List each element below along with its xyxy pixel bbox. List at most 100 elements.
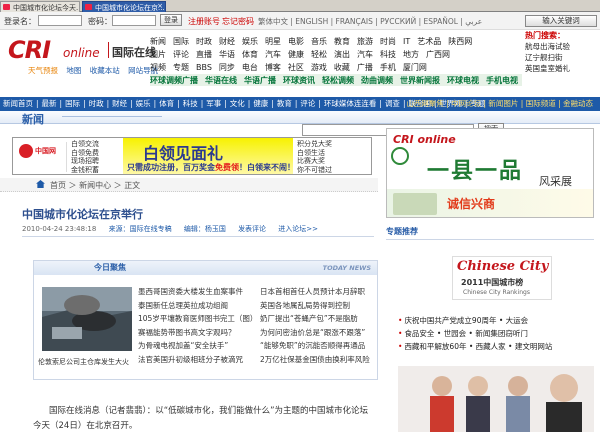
mainnav-item[interactable]: 调查 — [382, 97, 403, 111]
channel-link[interactable]: 厦门网 — [403, 62, 427, 73]
keyword-search-button[interactable]: 输入关键词 — [525, 15, 597, 27]
channel-link[interactable]: 游戏 — [311, 62, 327, 73]
focus-headline[interactable]: 为骨魂电视加盖“安全扶手” — [138, 339, 257, 353]
fire-photo[interactable] — [42, 287, 132, 351]
focus-headline[interactable]: 法官美国升初级相班分子被滴咒 — [138, 353, 257, 367]
mainnav-item[interactable]: 时政 — [86, 97, 107, 111]
breadcrumb-news[interactable]: 新闻中心 — [79, 181, 111, 190]
channel-link[interactable]: BBS — [196, 63, 212, 72]
topic-item[interactable]: • 西藏和平解放60年 • 西藏人家 • 建文明网站 — [398, 340, 552, 353]
broadcast-link[interactable]: 华语广播 — [244, 75, 276, 86]
channel-link[interactable]: 财经 — [219, 36, 235, 47]
broadcast-link[interactable]: 世界新闻报 — [400, 75, 440, 86]
channel-link[interactable]: 广西网 — [426, 49, 450, 60]
focus-headline[interactable]: 2万亿社保基金国债由换利率风险 — [260, 353, 370, 367]
channel-link[interactable]: 科技 — [380, 49, 396, 60]
channel-link[interactable]: 博客 — [265, 62, 281, 73]
channel-link[interactable]: 图片 — [150, 49, 166, 60]
broadcast-link[interactable]: 劲曲调频 — [361, 75, 393, 86]
channel-link[interactable]: 社区 — [288, 62, 304, 73]
mainnav-item[interactable]: 娱乐 — [133, 97, 154, 111]
focus-headline[interactable]: 泰国新任总理英拉成功组阁 — [138, 299, 257, 313]
channel-link[interactable]: 国际 — [173, 36, 189, 47]
channel-link[interactable]: 广播 — [357, 62, 373, 73]
channel-link[interactable]: 教育 — [334, 36, 350, 47]
focus-headline[interactable]: 赛福能势带图书高文字观吗？ — [138, 326, 257, 340]
register-link[interactable]: 注册账号 — [188, 16, 220, 27]
mainnav-item[interactable]: 评论 — [297, 97, 318, 111]
hot-search-item[interactable]: 英国皇室婚礼 — [525, 63, 600, 74]
focus-headline[interactable]: 105岁平壤教育医师图书完工（图） — [138, 312, 257, 326]
username-input[interactable] — [38, 15, 82, 26]
mainnav-item[interactable]: 军事 — [203, 97, 224, 111]
language-links[interactable]: 繁体中文 | ENGLISH | FRANÇAIS | РУССКИЙ | ES… — [258, 16, 482, 27]
forum-link[interactable]: 进入论坛>> — [278, 225, 318, 233]
channel-link[interactable]: 明星 — [265, 36, 281, 47]
channel-link[interactable]: 艺术品 — [417, 36, 441, 47]
broadcast-link[interactable]: 轻松调频 — [322, 75, 354, 86]
login-button[interactable]: 登录 — [160, 14, 182, 26]
breadcrumb-home[interactable]: 首页 — [50, 181, 66, 190]
weather-link[interactable]: 天气预报 — [28, 66, 58, 75]
focus-headline[interactable]: 为何问密油价总是“跟涨不跟落” — [260, 326, 370, 340]
channel-link[interactable]: 音乐 — [311, 36, 327, 47]
channel-link[interactable]: 地方 — [403, 49, 419, 60]
hot-search-item[interactable]: 航母出海试验 — [525, 41, 600, 52]
article-source[interactable]: 来源：国际在线专稿 — [109, 225, 172, 233]
broadcast-link[interactable]: 华语在线 — [205, 75, 237, 86]
bookmark-link[interactable]: 收藏本站 — [90, 66, 120, 75]
chinese-city-banner[interactable]: Chinese City 2011中国城市榜 Chinese City Rank… — [452, 256, 552, 300]
mainnav-right-links[interactable]: 山西网聚焦 | 中网论坛 | 新闻图片 | 国际频道 | 金融动态 — [403, 97, 596, 111]
mainnav-item[interactable]: 新闻首页 — [0, 97, 36, 111]
channel-link[interactable]: 电台 — [242, 62, 258, 73]
focus-headline[interactable]: 英国各地属乱局势得到控制 — [260, 299, 370, 313]
channel-link[interactable]: 收藏 — [334, 62, 350, 73]
channel-link[interactable]: 时尚 — [380, 36, 396, 47]
close-icon[interactable]: × — [157, 2, 163, 10]
broadcast-link[interactable]: 环球调频广播 — [150, 75, 198, 86]
ad-banner-left[interactable]: 中国网 白领交流 白领免费 现场招聘 金钱积蓄 白领见面礼 只需成功注册，百万奖… — [12, 137, 372, 175]
password-input[interactable] — [112, 15, 156, 26]
comment-link[interactable]: 发表评论 — [238, 225, 266, 233]
channel-link[interactable]: 轻松 — [311, 49, 327, 60]
channel-link[interactable]: IT — [403, 37, 410, 46]
channel-link[interactable]: 健康 — [288, 49, 304, 60]
channel-link[interactable]: 新闻 — [150, 36, 166, 47]
photo-strip[interactable] — [398, 366, 594, 432]
mainnav-item[interactable]: 财经 — [109, 97, 130, 111]
channel-link[interactable]: 体育 — [242, 49, 258, 60]
channel-link[interactable]: 专题 — [173, 62, 189, 73]
channel-link[interactable]: 电影 — [288, 36, 304, 47]
mainnav-item[interactable]: 健康 — [250, 97, 271, 111]
channel-link[interactable]: 汽车 — [357, 49, 373, 60]
channel-link[interactable]: 演出 — [334, 49, 350, 60]
photo-caption[interactable]: 伦敦索尼公司主仓库发生大火 — [38, 357, 129, 367]
browser-tab[interactable]: 中国城市化论坛今天... — [0, 1, 80, 12]
channel-link[interactable]: 手机 — [380, 62, 396, 73]
channel-link[interactable]: 华语 — [219, 49, 235, 60]
topic-item[interactable]: • 食品安全 • 世园会 • 新闻集团窃听门 — [398, 327, 552, 340]
broadcast-link[interactable]: 环球电视 — [447, 75, 479, 86]
channel-link[interactable]: 陕西网 — [448, 36, 472, 47]
topic-item[interactable]: • 庆祝中国共产党成立90周年 • 大运会 — [398, 314, 552, 327]
channel-link[interactable]: 娱乐 — [242, 36, 258, 47]
focus-headline[interactable]: 奶厂提出“苍蝇产包”不是脂肪 — [260, 312, 370, 326]
channel-link[interactable]: 同步 — [219, 62, 235, 73]
channel-link[interactable]: 旅游 — [357, 36, 373, 47]
focus-headline[interactable]: “能够免职”的沉能否顺得再通品 — [260, 339, 370, 353]
mainnav-item[interactable]: 体育 — [156, 97, 177, 111]
map-link[interactable]: 地图 — [66, 66, 81, 75]
ad-banner-right[interactable]: CRI online 一县一品 风采展 诚信兴商 — [386, 128, 594, 218]
channel-link[interactable]: 汽车 — [265, 49, 281, 60]
channel-link[interactable]: 视频 — [150, 62, 166, 73]
focus-headline[interactable]: 墨西哥国资委大楼发生血案事件 — [138, 285, 257, 299]
broadcast-link[interactable]: 手机电视 — [486, 75, 518, 86]
mainnav-item[interactable]: 科技 — [180, 97, 201, 111]
broadcast-link[interactable]: 环球资讯 — [283, 75, 315, 86]
mainnav-item[interactable]: 文化 — [227, 97, 248, 111]
focus-headline[interactable]: 日本首相首任人员预计本月辞职 — [260, 285, 370, 299]
channel-link[interactable]: 评论 — [173, 49, 189, 60]
browser-tab-active[interactable]: 中国城市化论坛在京... × — [82, 1, 166, 12]
mainnav-item[interactable]: 环球媒体连连看 — [321, 97, 380, 111]
mainnav-item[interactable]: 国际 — [62, 97, 83, 111]
